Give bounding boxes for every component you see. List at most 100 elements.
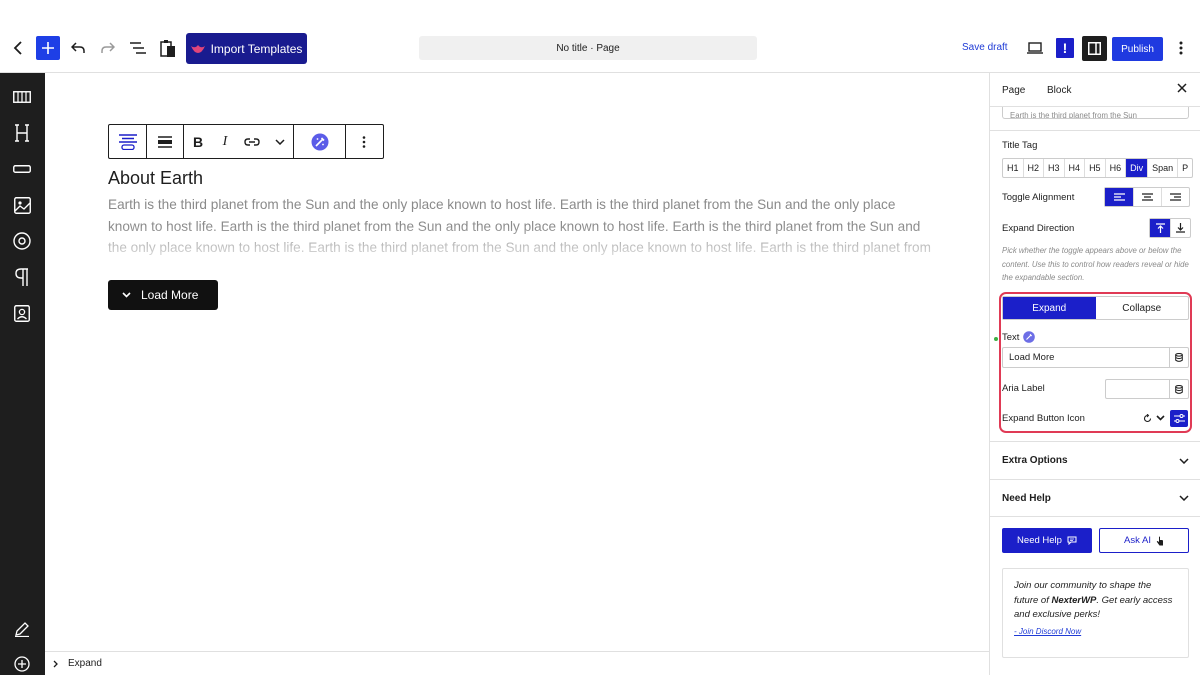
- save-draft-button[interactable]: Save draft: [962, 42, 1008, 53]
- tab-block[interactable]: Block: [1047, 85, 1071, 96]
- back-icon[interactable]: [10, 38, 26, 58]
- heading-block-icon[interactable]: [11, 122, 33, 144]
- expand-direction-control: [1149, 218, 1191, 238]
- document-title[interactable]: No title · Page: [419, 36, 757, 60]
- tab-expand[interactable]: Expand: [1003, 297, 1096, 319]
- community-card: Join our community to shape the future o…: [1002, 568, 1189, 658]
- left-block-bar: [0, 73, 45, 675]
- aria-label-label: Aria Label: [1002, 383, 1045, 394]
- align-right-icon[interactable]: [1161, 188, 1189, 206]
- tag-h5[interactable]: H5: [1085, 159, 1106, 177]
- align-left-icon[interactable]: [1105, 188, 1133, 206]
- expand-button-icon-label: Expand Button Icon: [1002, 413, 1085, 424]
- tab-page[interactable]: Page: [1002, 85, 1025, 96]
- tag-p[interactable]: P: [1178, 159, 1192, 177]
- settings-panel-toggle[interactable]: [1082, 36, 1107, 61]
- edit-pencil-icon[interactable]: [11, 618, 33, 640]
- expand-direction-help: Pick whether the toggle appears above or…: [1002, 246, 1189, 282]
- block-options-icon[interactable]: [346, 125, 381, 158]
- profile-block-icon[interactable]: [11, 302, 33, 324]
- tag-h4[interactable]: H4: [1065, 159, 1086, 177]
- notice-icon: !: [1062, 40, 1068, 56]
- icon-settings-button[interactable]: [1170, 410, 1188, 427]
- need-help-section-label: Need Help: [1002, 492, 1051, 504]
- tag-h2[interactable]: H2: [1024, 159, 1045, 177]
- more-options-icon[interactable]: [1173, 38, 1189, 58]
- button-block-icon[interactable]: [11, 158, 33, 180]
- breadcrumb-bar: Expand: [45, 651, 989, 675]
- toggle-alignment-label: Toggle Alignment: [1002, 192, 1075, 203]
- more-formatting-chevron-icon[interactable]: [266, 125, 294, 158]
- undo-icon[interactable]: [68, 38, 88, 58]
- notice-button[interactable]: !: [1056, 38, 1074, 58]
- redo-icon[interactable]: [98, 38, 118, 58]
- ai-assist-icon[interactable]: [1023, 331, 1035, 343]
- extra-options-section[interactable]: Extra Options: [990, 441, 1200, 479]
- expand-paragraph[interactable]: Earth is the third planet from the Sun a…: [108, 194, 938, 264]
- list-view-icon[interactable]: [128, 38, 148, 58]
- target-block-icon[interactable]: [11, 230, 33, 252]
- image-block-icon[interactable]: [11, 194, 33, 216]
- text-area-clipped-text: Earth is the third planet from the Sun: [1010, 111, 1137, 119]
- need-help-section[interactable]: Need Help: [990, 479, 1200, 517]
- need-help-button[interactable]: Need Help: [1002, 528, 1092, 553]
- load-more-button[interactable]: Load More: [108, 280, 218, 310]
- tag-h3[interactable]: H3: [1044, 159, 1065, 177]
- expand-direction-label: Expand Direction: [1002, 223, 1075, 234]
- bold-button[interactable]: B: [184, 125, 212, 158]
- align-block-icon[interactable]: [147, 125, 184, 158]
- reset-icon[interactable]: [1143, 414, 1152, 423]
- breadcrumb-item[interactable]: Expand: [68, 658, 102, 669]
- need-help-label: Need Help: [1017, 535, 1062, 546]
- chevron-down-icon: [1179, 495, 1189, 501]
- extra-options-label: Extra Options: [1002, 455, 1068, 466]
- community-brand: NexterWP: [1051, 594, 1097, 606]
- columns-block-icon[interactable]: [11, 86, 33, 108]
- chevron-down-icon[interactable]: [1156, 415, 1165, 421]
- italic-button[interactable]: I: [212, 125, 238, 158]
- preview-icon[interactable]: [1025, 38, 1045, 58]
- block-toolbar: B I: [108, 124, 384, 159]
- import-templates-button[interactable]: Import Templates: [186, 33, 307, 64]
- close-icon[interactable]: [1177, 83, 1189, 95]
- status-dot: [994, 337, 998, 341]
- database-icon[interactable]: [1169, 348, 1188, 367]
- publish-button[interactable]: Publish: [1112, 37, 1163, 61]
- tag-h1[interactable]: H1: [1003, 159, 1024, 177]
- settings-sidebar: Page Block Earth is the third planet fro…: [989, 73, 1200, 675]
- tag-h6[interactable]: H6: [1106, 159, 1127, 177]
- tag-div[interactable]: Div: [1126, 159, 1149, 177]
- add-circle-icon[interactable]: [11, 653, 33, 675]
- database-icon[interactable]: [1169, 380, 1188, 398]
- load-more-label: Load More: [141, 288, 199, 302]
- aria-label-field[interactable]: [1105, 379, 1189, 399]
- add-block-button[interactable]: [36, 36, 60, 60]
- join-discord-link[interactable]: - Join Discord Now: [1014, 625, 1177, 640]
- sliders-icon: [1173, 414, 1185, 423]
- chat-icon: [1067, 536, 1077, 545]
- text-area-clipped[interactable]: Earth is the third planet from the Sun: [1002, 107, 1189, 119]
- sidebar-toggle-icon: [1088, 42, 1101, 55]
- expand-up-icon[interactable]: [1150, 219, 1170, 237]
- clipboard-icon[interactable]: [157, 36, 179, 60]
- tab-collapse[interactable]: Collapse: [1096, 297, 1189, 319]
- tag-span[interactable]: Span: [1148, 159, 1179, 177]
- paragraph-block-icon[interactable]: [11, 266, 33, 288]
- expand-down-icon[interactable]: [1170, 219, 1190, 237]
- toggle-alignment-control: [1104, 187, 1190, 207]
- editor-header: Import Templates No title · Page Save dr…: [0, 0, 1200, 73]
- expand-block-type-icon[interactable]: [109, 125, 147, 158]
- import-templates-label: Import Templates: [210, 41, 303, 56]
- expand-collapse-tabs: Expand Collapse: [1002, 296, 1189, 320]
- link-icon[interactable]: [238, 125, 266, 158]
- chevron-down-icon: [122, 292, 131, 298]
- expand-text-field[interactable]: Load More: [1002, 347, 1189, 368]
- ask-ai-label: Ask AI: [1124, 535, 1151, 546]
- ask-ai-button[interactable]: Ask AI: [1099, 528, 1189, 553]
- nexter-logo-icon: [190, 44, 205, 54]
- page-heading[interactable]: About Earth: [108, 168, 203, 189]
- title-tag-label: Title Tag: [1002, 140, 1038, 151]
- align-center-icon[interactable]: [1133, 188, 1161, 206]
- ai-assist-icon[interactable]: [294, 125, 346, 158]
- pointer-hand-icon: [1156, 536, 1163, 545]
